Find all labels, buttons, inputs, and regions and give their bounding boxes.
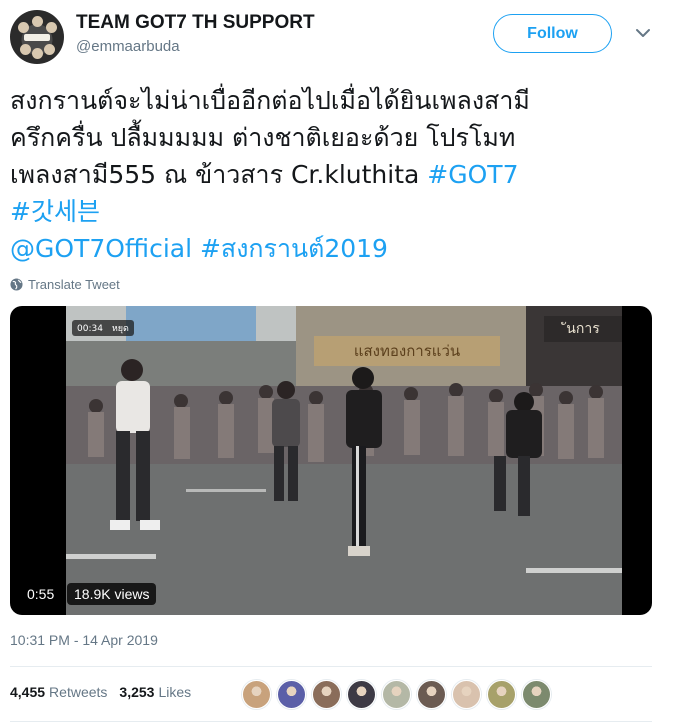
- likes-label: Likes: [158, 684, 192, 700]
- tweet-stats: 4,455 Retweets 3,253 Likes: [10, 684, 191, 700]
- retweets-stat[interactable]: 4,455 Retweets: [10, 684, 107, 700]
- divider: [10, 721, 652, 722]
- translate-tweet-label: Translate Tweet: [28, 276, 120, 292]
- video-player[interactable]: แสงทองการแว่น ันการ 00:34 หยุด 0:55 18.9…: [10, 306, 652, 615]
- divider: [10, 666, 652, 667]
- video-duration-badge: 0:55: [20, 583, 62, 605]
- hashtag-link[interactable]: #갓세븐: [10, 197, 100, 226]
- video-views-badge: 18.9K views: [67, 583, 157, 605]
- tweet-text: สงกรานต์จะไม่น่าเบื่ออีกต่อไปเมื่อได้ยิน…: [10, 82, 660, 267]
- tweet-text-line: ครึกครื่น ปลื้มมมมม ต่างชาติเยอะด้วย โปร…: [10, 123, 516, 152]
- retweets-count: 4,455: [10, 684, 46, 700]
- hashtag-link[interactable]: #สงกรานต์2019: [200, 234, 388, 263]
- globe-icon: [10, 277, 23, 291]
- liker-avatar[interactable]: [522, 680, 551, 709]
- inner-video-time: 00:34 หยุด: [72, 320, 134, 336]
- tweet-header: TEAM GOT7 TH SUPPORT @emmaarbuda Follow: [10, 10, 668, 64]
- account-avatar[interactable]: [10, 10, 64, 64]
- likers-avatar-list: [242, 680, 557, 709]
- liker-avatar[interactable]: [242, 680, 271, 709]
- shop-sign: ันการ: [544, 316, 622, 342]
- account-display-name[interactable]: TEAM GOT7 TH SUPPORT: [76, 12, 315, 34]
- tweet-text-line: เพลงสามี555 ณ ข้าวสาร Cr.kluthita: [10, 160, 420, 189]
- mention-link[interactable]: @GOT7Official: [10, 234, 192, 263]
- liker-avatar[interactable]: [277, 680, 306, 709]
- likes-count: 3,253: [119, 684, 155, 700]
- inner-video-time-value: 00:34: [77, 324, 103, 334]
- liker-avatar[interactable]: [382, 680, 411, 709]
- video-frame: แสงทองการแว่น ันการ 00:34 หยุด: [66, 306, 622, 615]
- chevron-down-icon[interactable]: [632, 22, 654, 44]
- account-handle[interactable]: @emmaarbuda: [76, 38, 180, 55]
- liker-avatar[interactable]: [417, 680, 446, 709]
- shop-sign: แสงทองการแว่น: [314, 336, 500, 366]
- follow-button[interactable]: Follow: [493, 14, 612, 53]
- tweet-timestamp[interactable]: 10:31 PM - 14 Apr 2019: [10, 632, 158, 648]
- likes-stat[interactable]: 3,253 Likes: [119, 684, 191, 700]
- retweets-label: Retweets: [49, 684, 108, 700]
- hashtag-link[interactable]: #GOT7: [427, 160, 518, 189]
- tweet-text-line: สงกรานต์จะไม่น่าเบื่ออีกต่อไปเมื่อได้ยิน…: [10, 86, 530, 115]
- liker-avatar[interactable]: [347, 680, 376, 709]
- inner-video-pause-label: หยุด: [111, 324, 129, 334]
- liker-avatar[interactable]: [487, 680, 516, 709]
- liker-avatar[interactable]: [312, 680, 341, 709]
- translate-tweet-link[interactable]: Translate Tweet: [10, 275, 120, 293]
- liker-avatar[interactable]: [452, 680, 481, 709]
